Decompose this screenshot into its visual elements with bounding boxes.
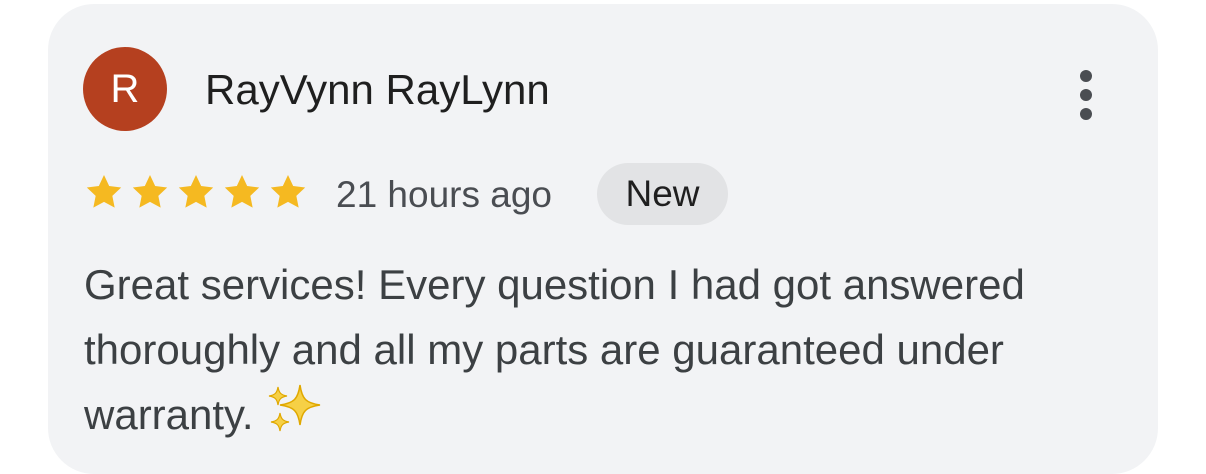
menu-dot xyxy=(1080,89,1092,101)
new-badge: New xyxy=(597,163,728,225)
review-text-content: Great services! Every question I had got… xyxy=(84,261,1025,438)
review-timestamp: 21 hours ago xyxy=(336,174,553,215)
author-name[interactable]: RayVynn RayLynn xyxy=(205,66,550,114)
star-icon xyxy=(84,172,124,212)
avatar[interactable]: R xyxy=(83,47,167,131)
menu-dot xyxy=(1080,108,1092,120)
star-icon xyxy=(222,172,262,212)
more-vertical-icon[interactable] xyxy=(1066,68,1106,122)
review-text: Great services! Every question I had got… xyxy=(84,252,1134,447)
star-rating xyxy=(84,172,314,212)
star-icon xyxy=(130,172,170,212)
sparkles-icon xyxy=(266,383,322,435)
star-icon xyxy=(176,172,216,212)
menu-dot xyxy=(1080,70,1092,82)
star-icon xyxy=(268,172,308,212)
